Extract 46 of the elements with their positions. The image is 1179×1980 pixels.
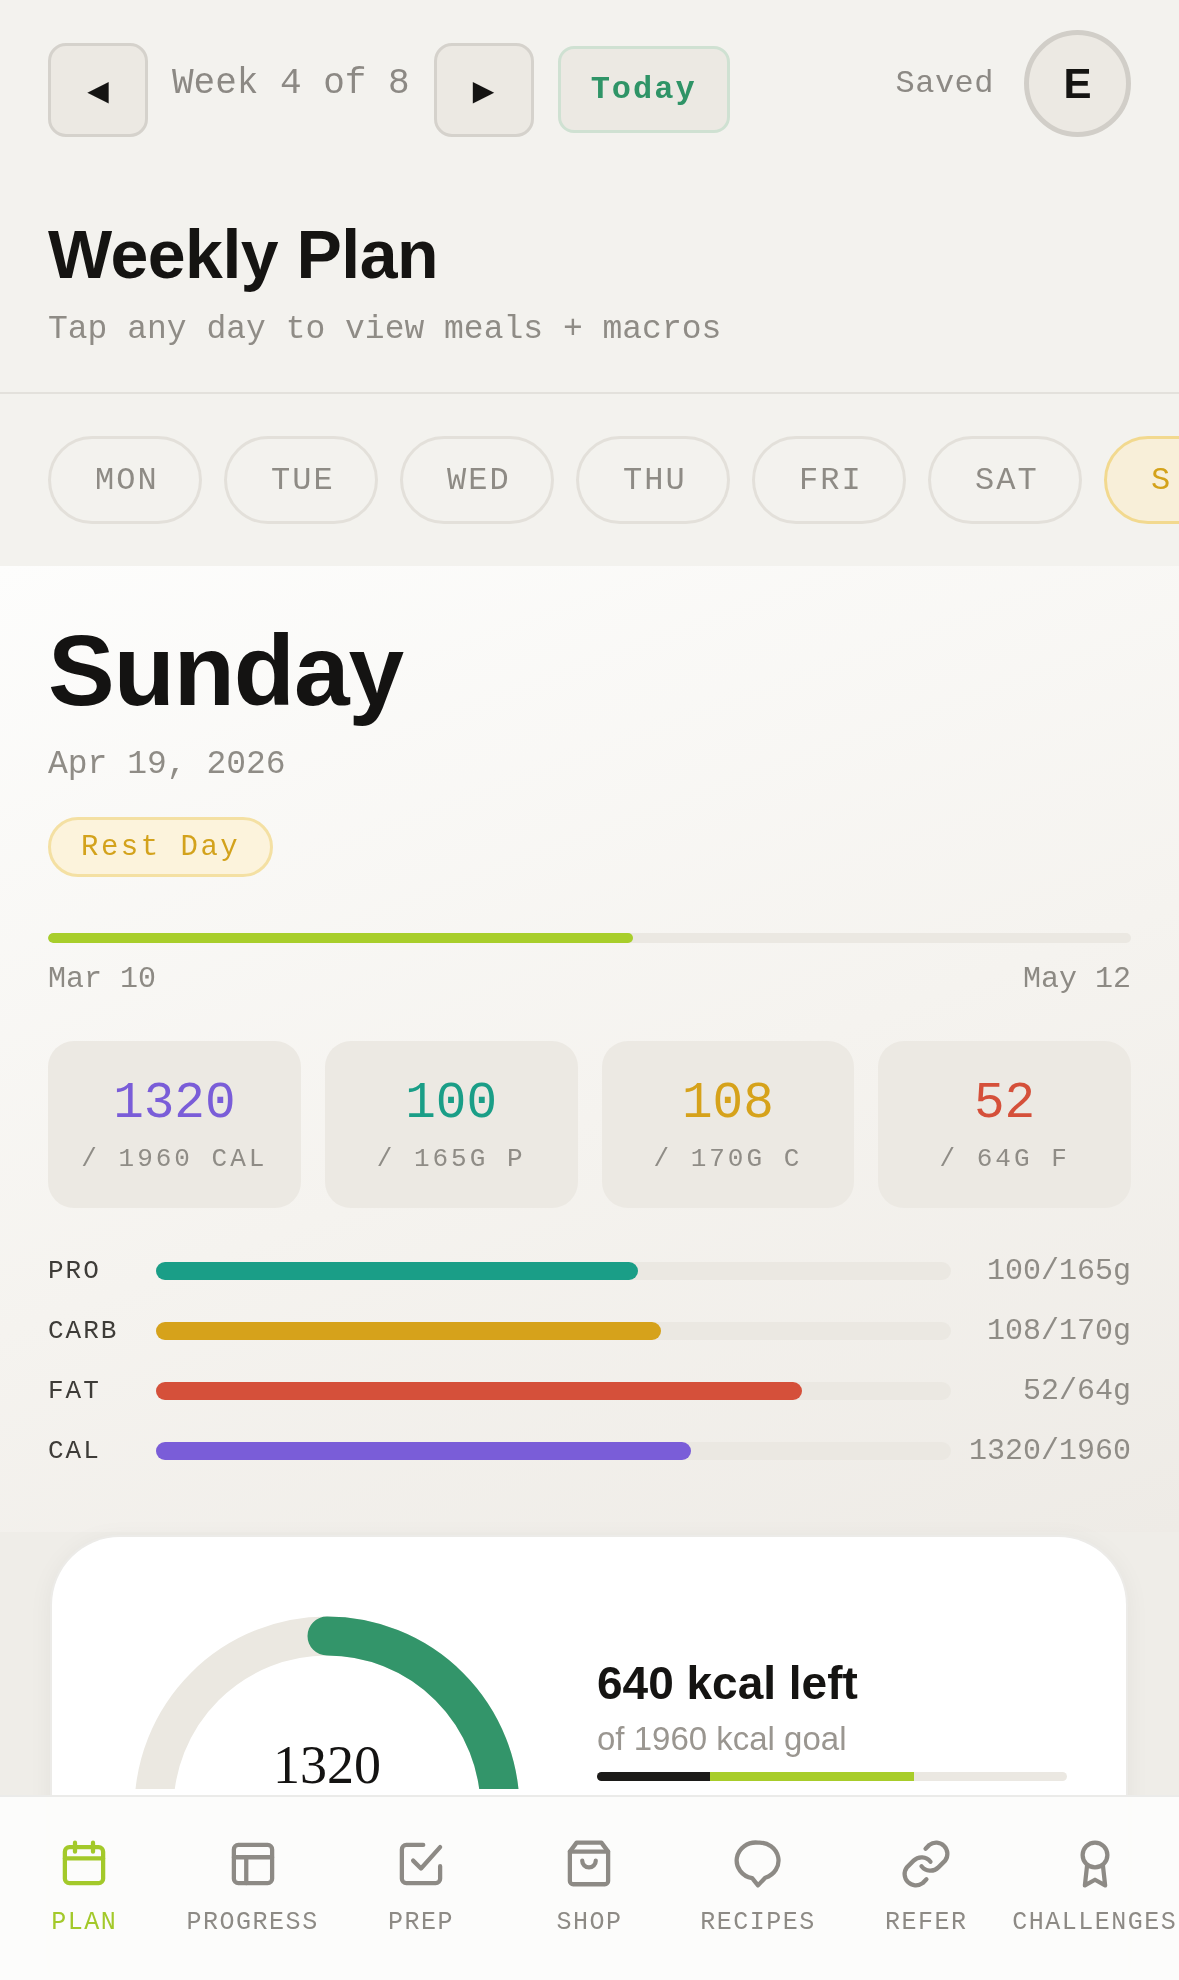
range-start-label: Mar 10: [48, 961, 157, 997]
macro-target: / 64G F: [939, 1142, 1070, 1176]
today-button[interactable]: Today: [557, 46, 730, 133]
macro-target: / 165G P: [376, 1142, 526, 1176]
macro-reading: 52/64g: [1022, 1374, 1131, 1408]
next-week-button[interactable]: ▶: [433, 43, 534, 137]
week-label: Week 4 of 8: [172, 63, 410, 104]
ring-value: 1320: [273, 1735, 381, 1789]
save-status: Saved: [895, 65, 994, 102]
day-title: Sunday: [48, 616, 404, 724]
day-tab[interactable]: MON: [48, 436, 202, 524]
macro-label: CARB: [48, 1316, 119, 1346]
macro-target: / 1960 CAL: [81, 1142, 268, 1176]
calorie-goal: of 1960 kcal goal: [597, 1719, 847, 1759]
page-title: Weekly Plan: [48, 216, 439, 292]
day-tab[interactable]: FRI: [752, 436, 906, 524]
macro-value: 52: [974, 1073, 1036, 1133]
macro-reading: 108/170g: [986, 1314, 1131, 1348]
macro-label: PRO: [48, 1256, 101, 1286]
nav-tab[interactable]: CHALLENGES: [1010, 1833, 1179, 1942]
range-end-label: May 12: [1022, 961, 1131, 997]
day-tab[interactable]: S: [1104, 436, 1179, 524]
nav-tab[interactable]: SHOP: [505, 1833, 674, 1942]
previous-week-button[interactable]: ◀: [48, 43, 148, 137]
nav-tab[interactable]: PREP: [336, 1833, 506, 1942]
macro-target: / 170G C: [653, 1142, 803, 1176]
macro-value: 1320: [113, 1073, 236, 1133]
macro-value: 100: [405, 1073, 498, 1133]
day-date: Apr 19, 2026: [48, 745, 286, 785]
calories-left: 640 kcal left: [597, 1656, 858, 1711]
day-tab[interactable]: THU: [576, 436, 730, 524]
macro-label: CAL: [48, 1436, 101, 1466]
day-tag: Rest Day: [48, 817, 274, 877]
nav-tab[interactable]: PROGRESS: [168, 1833, 337, 1942]
day-tab[interactable]: TUE: [224, 436, 378, 524]
day-tab[interactable]: SAT: [928, 436, 1082, 524]
day-tab[interactable]: WED: [400, 436, 554, 524]
macro-reading: 100/165g: [986, 1254, 1131, 1288]
nav-tab[interactable]: REFER: [842, 1833, 1011, 1942]
nav-tab[interactable]: PLAN: [0, 1833, 169, 1942]
macro-reading: 1320/1960: [968, 1434, 1131, 1468]
page-subtitle: Tap any day to view meals + macros: [48, 310, 722, 350]
macro-label: FAT: [48, 1376, 101, 1406]
nav-tab[interactable]: RECIPES: [673, 1833, 843, 1942]
macro-value: 108: [681, 1073, 774, 1133]
avatar-button[interactable]: E: [1024, 30, 1131, 137]
